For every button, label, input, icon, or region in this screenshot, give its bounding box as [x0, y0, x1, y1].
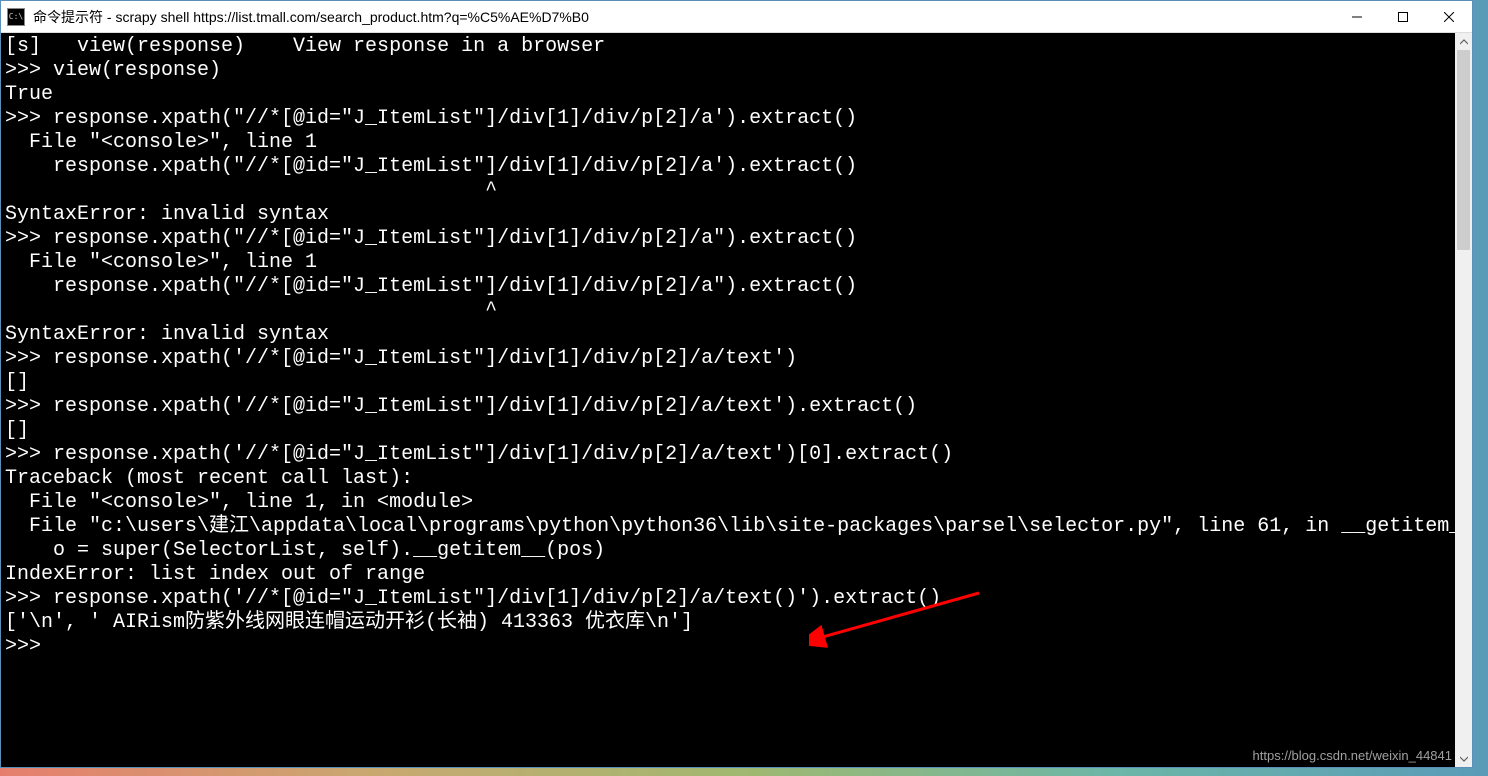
maximize-icon	[1398, 12, 1408, 22]
chevron-down-icon	[1460, 755, 1468, 763]
terminal-output[interactable]: [s] view(response) View response in a br…	[1, 33, 1455, 767]
maximize-button[interactable]	[1380, 1, 1426, 32]
close-button[interactable]	[1426, 1, 1472, 32]
scrollbar-up-button[interactable]	[1455, 33, 1472, 50]
app-icon: C:\	[7, 8, 25, 26]
scrollbar-down-button[interactable]	[1455, 750, 1472, 767]
chevron-up-icon	[1460, 38, 1468, 46]
window-controls	[1334, 1, 1472, 32]
titlebar[interactable]: C:\ 命令提示符 - scrapy shell https://list.tm…	[1, 1, 1472, 33]
close-icon	[1444, 12, 1454, 22]
scrollbar[interactable]	[1455, 33, 1472, 767]
terminal-container: [s] view(response) View response in a br…	[1, 33, 1472, 767]
minimize-button[interactable]	[1334, 1, 1380, 32]
scrollbar-thumb[interactable]	[1457, 50, 1470, 250]
command-prompt-window: C:\ 命令提示符 - scrapy shell https://list.tm…	[0, 0, 1473, 768]
minimize-icon	[1352, 12, 1362, 22]
window-title: 命令提示符 - scrapy shell https://list.tmall.…	[33, 7, 1334, 27]
